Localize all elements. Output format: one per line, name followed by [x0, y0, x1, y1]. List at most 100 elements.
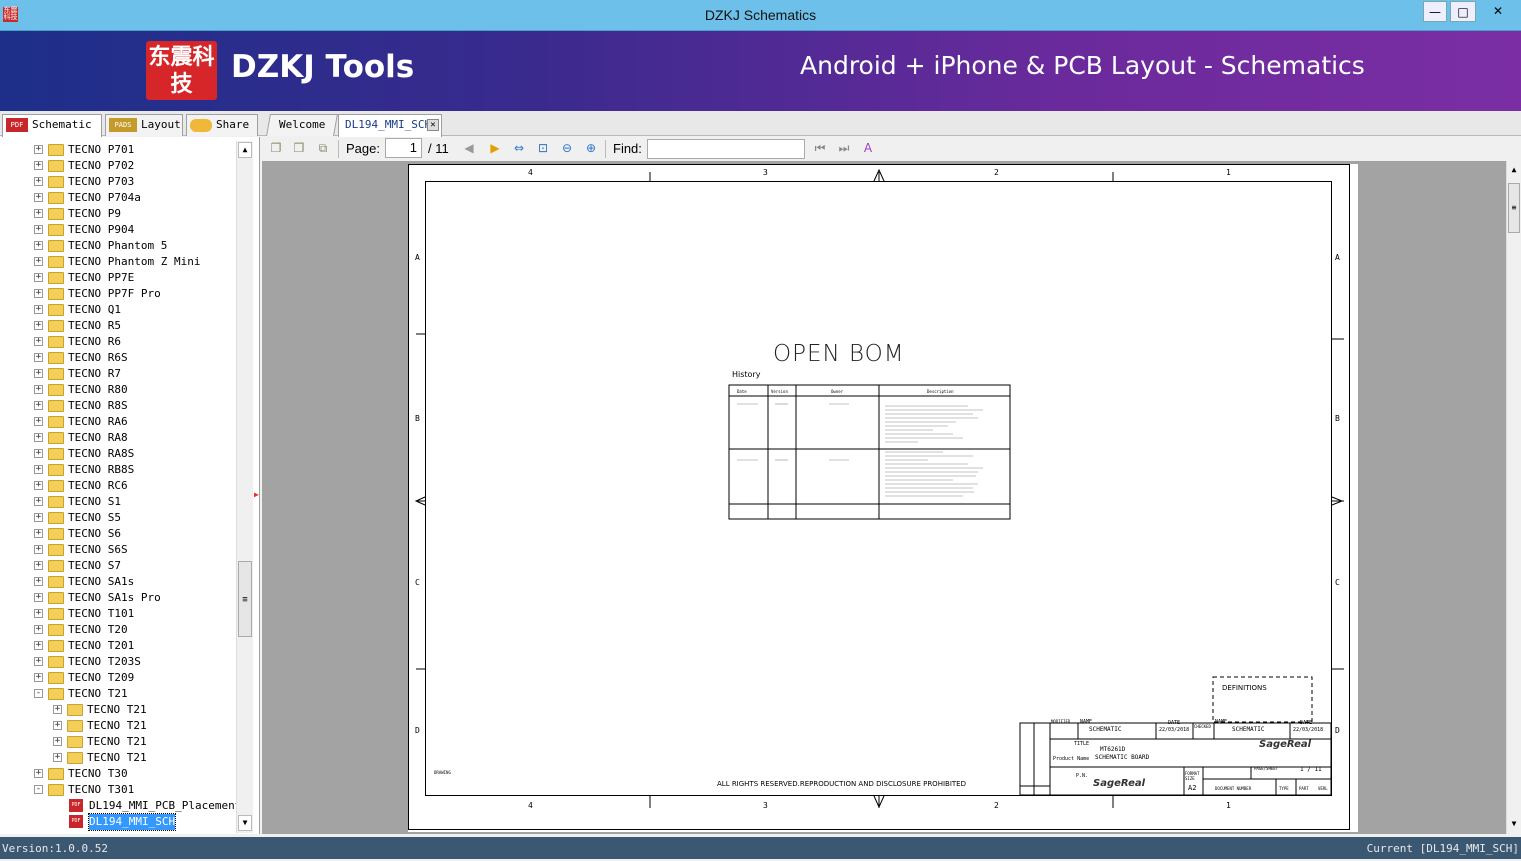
tree-folder-item[interactable]: + TECNO PP7F Pro: [0, 286, 234, 302]
copy-page-icon[interactable]: ❒: [291, 140, 307, 156]
tree-folder-item[interactable]: - TECNO T21: [0, 686, 234, 702]
minimize-button[interactable]: —: [1423, 1, 1447, 22]
collapse-icon[interactable]: -: [34, 785, 43, 794]
expand-icon[interactable]: +: [34, 609, 43, 618]
tab-share[interactable]: Share: [186, 114, 258, 136]
expand-icon[interactable]: +: [34, 257, 43, 266]
expand-icon[interactable]: +: [34, 625, 43, 634]
tree-folder-item[interactable]: + TECNO R6: [0, 334, 234, 350]
tree-folder-item[interactable]: + TECNO T21: [0, 718, 234, 734]
expand-icon[interactable]: +: [34, 465, 43, 474]
tree-folder-item[interactable]: + TECNO S6: [0, 526, 234, 542]
tree-folder-item[interactable]: + TECNO T21: [0, 750, 234, 766]
expand-icon[interactable]: +: [34, 769, 43, 778]
expand-icon[interactable]: +: [34, 385, 43, 394]
tree-folder-item[interactable]: + TECNO T203S: [0, 654, 234, 670]
find-previous-icon[interactable]: ⏮: [812, 140, 828, 156]
expand-icon[interactable]: +: [34, 593, 43, 602]
tree-folder-item[interactable]: + TECNO R8S: [0, 398, 234, 414]
expand-icon[interactable]: +: [34, 209, 43, 218]
viewer-scroll-up-icon[interactable]: ▲: [1508, 163, 1520, 177]
fit-width-icon[interactable]: ⇔: [511, 140, 527, 156]
tree-folder-item[interactable]: + TECNO S6S: [0, 542, 234, 558]
expand-icon[interactable]: +: [34, 353, 43, 362]
viewer-scroll-down-icon[interactable]: ▼: [1508, 817, 1520, 831]
zoom-in-icon[interactable]: ⊕: [583, 140, 599, 156]
tree-folder-item[interactable]: + TECNO RB8S: [0, 462, 234, 478]
tree-folder-item[interactable]: + TECNO R6S: [0, 350, 234, 366]
expand-icon[interactable]: +: [34, 577, 43, 586]
expand-icon[interactable]: +: [34, 273, 43, 282]
tree-scrollbar[interactable]: ▲ ≡ ▼: [236, 141, 253, 833]
expand-icon[interactable]: +: [34, 241, 43, 250]
tree-folder-item[interactable]: + TECNO R5: [0, 318, 234, 334]
tree-folder-item[interactable]: + TECNO T30: [0, 766, 234, 782]
tree-folder-item[interactable]: + TECNO S7: [0, 558, 234, 574]
tree-folder-item[interactable]: + TECNO SA1s Pro: [0, 590, 234, 606]
expand-icon[interactable]: +: [34, 417, 43, 426]
tree-folder-item[interactable]: + TECNO PP7E: [0, 270, 234, 286]
expand-icon[interactable]: +: [34, 225, 43, 234]
tree-folder-item[interactable]: + TECNO R7: [0, 366, 234, 382]
expand-icon[interactable]: +: [34, 433, 43, 442]
expand-icon[interactable]: +: [53, 721, 62, 730]
previous-page-icon[interactable]: ◀: [461, 140, 477, 156]
find-input[interactable]: [647, 139, 805, 159]
expand-icon[interactable]: +: [34, 641, 43, 650]
tree-folder-item[interactable]: + TECNO T209: [0, 670, 234, 686]
expand-icon[interactable]: +: [34, 193, 43, 202]
zoom-out-icon[interactable]: ⊖: [559, 140, 575, 156]
tree-folder-item[interactable]: + TECNO Phantom 5: [0, 238, 234, 254]
tree-folder-item[interactable]: + TECNO P701: [0, 142, 234, 158]
tree-folder-item[interactable]: + TECNO T21: [0, 702, 234, 718]
expand-icon[interactable]: +: [34, 529, 43, 538]
find-next-icon[interactable]: ⏭: [836, 140, 852, 156]
tree-folder-item[interactable]: + TECNO T20: [0, 622, 234, 638]
tree-file-item[interactable]: PDF DL194_MMI_PCB_Placement: [0, 798, 241, 814]
tree-folder-item[interactable]: - TECNO T301: [0, 782, 234, 798]
expand-icon[interactable]: +: [34, 289, 43, 298]
tab-schematic[interactable]: PDF Schematic: [2, 114, 102, 137]
expand-icon[interactable]: +: [34, 401, 43, 410]
tree-folder-item[interactable]: + TECNO RA8S: [0, 446, 234, 462]
tree-folder-item[interactable]: + TECNO RA6: [0, 414, 234, 430]
expand-icon[interactable]: +: [34, 337, 43, 346]
tab-layout[interactable]: PADS Layout: [105, 114, 183, 136]
tab-document[interactable]: DL194_MMI_SCH ✕: [338, 114, 442, 137]
tree-file-item[interactable]: PDF DL194_MMI_SCH: [0, 813, 234, 831]
close-tab-icon[interactable]: ✕: [427, 119, 439, 131]
next-page-icon[interactable]: ▶: [487, 140, 503, 156]
fit-page-icon[interactable]: ⊡: [535, 140, 551, 156]
expand-icon[interactable]: +: [34, 513, 43, 522]
tree-folder-item[interactable]: + TECNO RC6: [0, 478, 234, 494]
expand-icon[interactable]: +: [53, 705, 62, 714]
expand-icon[interactable]: +: [34, 673, 43, 682]
tree-folder-item[interactable]: + TECNO P704a: [0, 190, 234, 206]
tree-folder-item[interactable]: + TECNO T21: [0, 734, 234, 750]
tree-folder-item[interactable]: + TECNO Q1: [0, 302, 234, 318]
expand-icon[interactable]: +: [53, 753, 62, 762]
expand-icon[interactable]: +: [34, 449, 43, 458]
expand-icon[interactable]: +: [34, 145, 43, 154]
page-number-input[interactable]: 1: [385, 138, 422, 158]
tree-folder-item[interactable]: + TECNO T201: [0, 638, 234, 654]
tree-folder-item[interactable]: + TECNO P702: [0, 158, 234, 174]
tree-folder-item[interactable]: + TECNO T101: [0, 606, 234, 622]
expand-icon[interactable]: +: [34, 545, 43, 554]
maximize-button[interactable]: □: [1450, 1, 1476, 22]
match-case-icon[interactable]: A: [860, 140, 876, 156]
expand-icon[interactable]: +: [34, 177, 43, 186]
expand-icon[interactable]: +: [34, 305, 43, 314]
tree-folder-item[interactable]: + TECNO P703: [0, 174, 234, 190]
tree-folder-item[interactable]: + TECNO S5: [0, 510, 234, 526]
expand-icon[interactable]: +: [53, 737, 62, 746]
tree-folder-item[interactable]: + TECNO R80: [0, 382, 234, 398]
scroll-down-arrow-icon[interactable]: ▼: [238, 815, 252, 831]
expand-icon[interactable]: +: [34, 481, 43, 490]
expand-icon[interactable]: +: [34, 321, 43, 330]
expand-icon[interactable]: +: [34, 561, 43, 570]
expand-icon[interactable]: +: [34, 161, 43, 170]
tree-folder-item[interactable]: + TECNO RA8: [0, 430, 234, 446]
copy-icon[interactable]: ❐: [268, 140, 284, 156]
copy-all-icon[interactable]: ⧉: [315, 140, 331, 156]
